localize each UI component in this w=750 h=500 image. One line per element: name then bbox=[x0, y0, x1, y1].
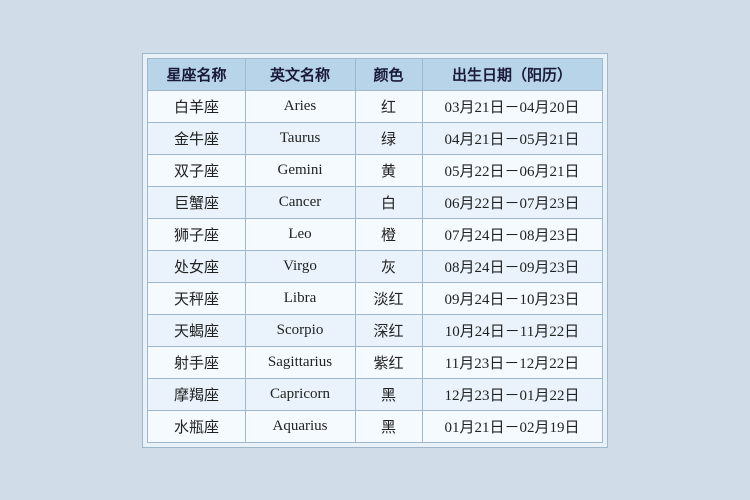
cell-en: Leo bbox=[245, 218, 355, 250]
table-row: 水瓶座Aquarius黑01月21日－02月19日 bbox=[148, 410, 602, 442]
cell-zh: 天秤座 bbox=[148, 282, 245, 314]
header-en: 英文名称 bbox=[245, 58, 355, 90]
cell-en: Aquarius bbox=[245, 410, 355, 442]
cell-color: 淡红 bbox=[355, 282, 422, 314]
cell-en: Cancer bbox=[245, 186, 355, 218]
table-header-row: 星座名称 英文名称 颜色 出生日期（阳历） bbox=[148, 58, 602, 90]
cell-en: Aries bbox=[245, 90, 355, 122]
cell-color: 黄 bbox=[355, 154, 422, 186]
cell-date: 06月22日－07月23日 bbox=[422, 186, 602, 218]
cell-date: 12月23日－01月22日 bbox=[422, 378, 602, 410]
table-row: 天蝎座Scorpio深红10月24日－11月22日 bbox=[148, 314, 602, 346]
zodiac-table-container: 星座名称 英文名称 颜色 出生日期（阳历） 白羊座Aries红03月21日－04… bbox=[142, 53, 607, 448]
cell-date: 10月24日－11月22日 bbox=[422, 314, 602, 346]
cell-en: Gemini bbox=[245, 154, 355, 186]
table-row: 白羊座Aries红03月21日－04月20日 bbox=[148, 90, 602, 122]
header-color: 颜色 bbox=[355, 58, 422, 90]
cell-zh: 巨蟹座 bbox=[148, 186, 245, 218]
cell-date: 07月24日－08月23日 bbox=[422, 218, 602, 250]
cell-color: 红 bbox=[355, 90, 422, 122]
cell-zh: 白羊座 bbox=[148, 90, 245, 122]
cell-color: 紫红 bbox=[355, 346, 422, 378]
cell-en: Sagittarius bbox=[245, 346, 355, 378]
cell-date: 05月22日－06月21日 bbox=[422, 154, 602, 186]
table-row: 处女座Virgo灰08月24日－09月23日 bbox=[148, 250, 602, 282]
cell-en: Libra bbox=[245, 282, 355, 314]
table-row: 巨蟹座Cancer白06月22日－07月23日 bbox=[148, 186, 602, 218]
cell-zh: 射手座 bbox=[148, 346, 245, 378]
cell-zh: 水瓶座 bbox=[148, 410, 245, 442]
header-date: 出生日期（阳历） bbox=[422, 58, 602, 90]
cell-en: Capricorn bbox=[245, 378, 355, 410]
cell-zh: 双子座 bbox=[148, 154, 245, 186]
cell-zh: 金牛座 bbox=[148, 122, 245, 154]
cell-zh: 摩羯座 bbox=[148, 378, 245, 410]
table-row: 天秤座Libra淡红09月24日－10月23日 bbox=[148, 282, 602, 314]
cell-color: 深红 bbox=[355, 314, 422, 346]
cell-color: 白 bbox=[355, 186, 422, 218]
cell-date: 08月24日－09月23日 bbox=[422, 250, 602, 282]
cell-en: Scorpio bbox=[245, 314, 355, 346]
table-row: 射手座Sagittarius紫红11月23日－12月22日 bbox=[148, 346, 602, 378]
header-zh: 星座名称 bbox=[148, 58, 245, 90]
table-row: 摩羯座Capricorn黑12月23日－01月22日 bbox=[148, 378, 602, 410]
cell-en: Taurus bbox=[245, 122, 355, 154]
table-row: 双子座Gemini黄05月22日－06月21日 bbox=[148, 154, 602, 186]
cell-date: 04月21日－05月21日 bbox=[422, 122, 602, 154]
cell-en: Virgo bbox=[245, 250, 355, 282]
cell-zh: 处女座 bbox=[148, 250, 245, 282]
cell-zh: 天蝎座 bbox=[148, 314, 245, 346]
cell-zh: 狮子座 bbox=[148, 218, 245, 250]
cell-date: 09月24日－10月23日 bbox=[422, 282, 602, 314]
table-row: 金牛座Taurus绿04月21日－05月21日 bbox=[148, 122, 602, 154]
zodiac-table: 星座名称 英文名称 颜色 出生日期（阳历） 白羊座Aries红03月21日－04… bbox=[147, 58, 602, 443]
cell-color: 橙 bbox=[355, 218, 422, 250]
cell-date: 01月21日－02月19日 bbox=[422, 410, 602, 442]
cell-color: 绿 bbox=[355, 122, 422, 154]
cell-color: 黑 bbox=[355, 378, 422, 410]
cell-color: 黑 bbox=[355, 410, 422, 442]
cell-color: 灰 bbox=[355, 250, 422, 282]
cell-date: 03月21日－04月20日 bbox=[422, 90, 602, 122]
cell-date: 11月23日－12月22日 bbox=[422, 346, 602, 378]
table-row: 狮子座Leo橙07月24日－08月23日 bbox=[148, 218, 602, 250]
